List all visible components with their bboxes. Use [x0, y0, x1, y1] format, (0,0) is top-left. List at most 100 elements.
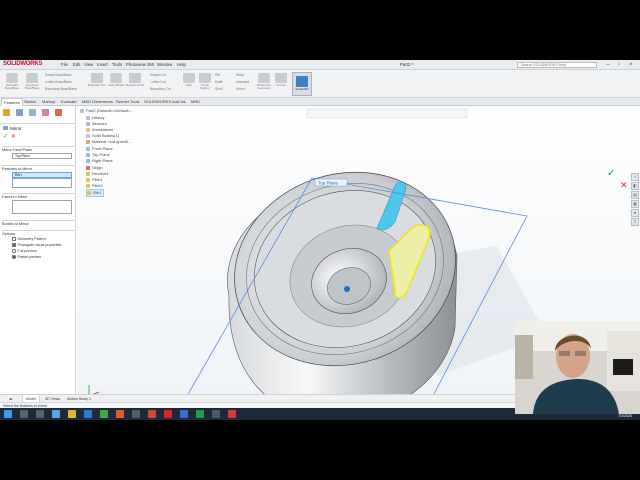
partial-preview-radio[interactable]: Partial preview: [12, 255, 41, 260]
wrap-tool[interactable]: Wrap: [236, 73, 244, 77]
menu-window[interactable]: Window: [157, 61, 172, 69]
title-bar: SOLIDWORKS File Edit View Insert Tools P…: [0, 60, 640, 70]
windows-start-icon[interactable]: [4, 410, 12, 418]
confirm-corner-cancel-icon[interactable]: ✕: [620, 180, 628, 190]
options-label[interactable]: Options: [2, 230, 74, 237]
lofted-cut-tool[interactable]: Lofted Cut: [150, 80, 166, 84]
search-icon[interactable]: [20, 410, 28, 418]
faces-to-mirror-label: Faces to Mirror: [2, 193, 74, 200]
shell-tool[interactable]: Shell: [215, 87, 223, 91]
tab-markup[interactable]: Markup: [40, 98, 57, 106]
app-icon[interactable]: [148, 410, 156, 418]
hole-wizard-label: Hole Wizard: [107, 83, 125, 87]
tab-mbd[interactable]: MBD: [189, 98, 202, 106]
task-view-icon[interactable]: [36, 410, 44, 418]
resources-icon[interactable]: ◧: [631, 182, 639, 190]
home-icon[interactable]: ⌂: [631, 173, 639, 181]
ok-button[interactable]: ✓: [3, 134, 8, 141]
cancel-button[interactable]: ✕: [11, 134, 16, 141]
revolved-boss-button[interactable]: Revolved Boss/Base: [23, 73, 41, 95]
hole-wizard-button[interactable]: Hole Wizard: [107, 73, 125, 95]
faces-to-mirror-list[interactable]: [12, 200, 72, 214]
rib-tool[interactable]: Rib: [215, 73, 220, 77]
tab-render-tools[interactable]: Render Tools: [114, 98, 142, 106]
tree-item-label: History: [92, 115, 105, 120]
origin-marker: [344, 286, 350, 292]
tab-solidworks-addins[interactable]: SOLIDWORKS Add-Ins: [142, 98, 188, 106]
edge-icon[interactable]: [52, 410, 60, 418]
swept-cut-tool[interactable]: Swept Cut: [150, 73, 166, 77]
bodies-to-mirror-label[interactable]: Bodies to Mirror: [2, 220, 74, 227]
extruded-cut-button[interactable]: Extruded Cut: [88, 73, 106, 95]
tab-sketch[interactable]: Sketch: [22, 98, 38, 106]
recorder-icon[interactable]: [228, 410, 236, 418]
chrome-icon[interactable]: [100, 410, 108, 418]
menu-view[interactable]: View: [84, 61, 93, 69]
tab-evaluate[interactable]: Evaluate: [59, 98, 79, 106]
help-search-input[interactable]: Search SOLIDWORKS Help: [517, 61, 597, 68]
zoom-icon[interactable]: [180, 410, 188, 418]
swept-boss-tool[interactable]: Swept Boss/Base: [45, 73, 72, 77]
minimize-button[interactable]: –: [604, 61, 612, 69]
linear-pattern-button[interactable]: Linear Pattern: [196, 73, 214, 95]
restore-button[interactable]: ▫: [615, 61, 623, 69]
firefox-icon[interactable]: [116, 410, 124, 418]
tree-item-rib1[interactable]: Rib1: [86, 189, 105, 197]
tree-item-label: Annotations: [92, 127, 114, 132]
geometry-pattern-checkbox[interactable]: Geometry Pattern: [12, 237, 46, 242]
configuration-manager-tab-icon[interactable]: [29, 109, 36, 116]
feature-manager-tab-icon[interactable]: [3, 109, 10, 116]
tree-item-material[interactable]: Material <not specifi...: [86, 139, 131, 145]
menu-photoview[interactable]: Photoview 360: [126, 61, 154, 69]
tab-features[interactable]: Features: [1, 98, 23, 106]
curves-button[interactable]: Curves: [273, 73, 289, 95]
menu-file[interactable]: File: [61, 61, 68, 69]
menu-help[interactable]: Help: [177, 61, 186, 69]
reference-geometry-button[interactable]: Reference Geometry: [256, 73, 272, 95]
revolved-cut-button[interactable]: Revolved Cut: [126, 73, 144, 95]
file-explorer-taskbar-icon[interactable]: [68, 410, 76, 418]
camtasia-icon[interactable]: [196, 410, 204, 418]
propagate-visual-label: Propagate visual properties: [17, 243, 62, 247]
sensor-icon: [86, 121, 90, 126]
lofted-boss-tool[interactable]: Lofted Boss/Base: [45, 80, 72, 84]
radio-selected-icon: [12, 255, 16, 259]
app-icon[interactable]: [212, 410, 220, 418]
tree-root[interactable]: Part2 (Default<<Default>...: [80, 108, 134, 114]
instant3d-button[interactable]: Instant3D: [292, 72, 312, 96]
dimxpert-tab-icon[interactable]: [42, 109, 49, 116]
menu-insert[interactable]: Insert: [97, 61, 108, 69]
design-library-icon[interactable]: ▤: [631, 191, 639, 199]
custom-properties-icon[interactable]: ≡: [631, 218, 639, 226]
intersect-tool[interactable]: Intersect: [236, 80, 249, 84]
propagate-visual-checkbox[interactable]: Propagate visual properties: [12, 243, 61, 248]
menu-tools[interactable]: Tools: [112, 61, 122, 69]
file-explorer-icon[interactable]: ▦: [631, 200, 639, 208]
full-preview-radio[interactable]: Full preview: [12, 249, 37, 254]
appearances-icon[interactable]: ●: [631, 209, 639, 217]
close-button[interactable]: ×: [627, 61, 635, 69]
draft-tool[interactable]: Draft: [215, 80, 222, 84]
features-to-mirror-list[interactable]: [12, 178, 72, 188]
store-icon[interactable]: [84, 410, 92, 418]
tab-mbd-dimensions[interactable]: MBD Dimensions: [80, 98, 115, 106]
boundary-cut-tool[interactable]: Boundary Cut: [150, 87, 171, 91]
property-manager-tab-icon[interactable]: [16, 109, 23, 116]
tree-item-right-plane[interactable]: Right Plane: [86, 158, 113, 164]
pm-title-text: Mirror: [10, 126, 22, 131]
mirror-face-field[interactable]: Top Plane: [12, 153, 72, 159]
extruded-boss-button[interactable]: Extruded Boss/Base: [3, 73, 21, 95]
mirror-icon: [3, 126, 8, 130]
tree-item-label: Revolve1: [92, 171, 109, 176]
solidworks-taskbar-icon[interactable]: [164, 410, 172, 418]
display-manager-tab-icon[interactable]: [55, 109, 62, 116]
calculator-icon[interactable]: [132, 410, 140, 418]
heads-up-view-toolbar[interactable]: [306, 108, 468, 119]
mirror-tool[interactable]: Mirror: [236, 87, 245, 91]
rib-feature-icon: [87, 190, 91, 195]
boundary-boss-tool[interactable]: Boundary Boss/Base: [45, 87, 77, 91]
confirm-corner-ok-icon[interactable]: ✓: [607, 168, 615, 179]
solidworks-window: SOLIDWORKS File Edit View Insert Tools P…: [0, 60, 640, 420]
solidworks-logo: SOLIDWORKS: [3, 61, 43, 67]
menu-edit[interactable]: Edit: [73, 61, 80, 69]
